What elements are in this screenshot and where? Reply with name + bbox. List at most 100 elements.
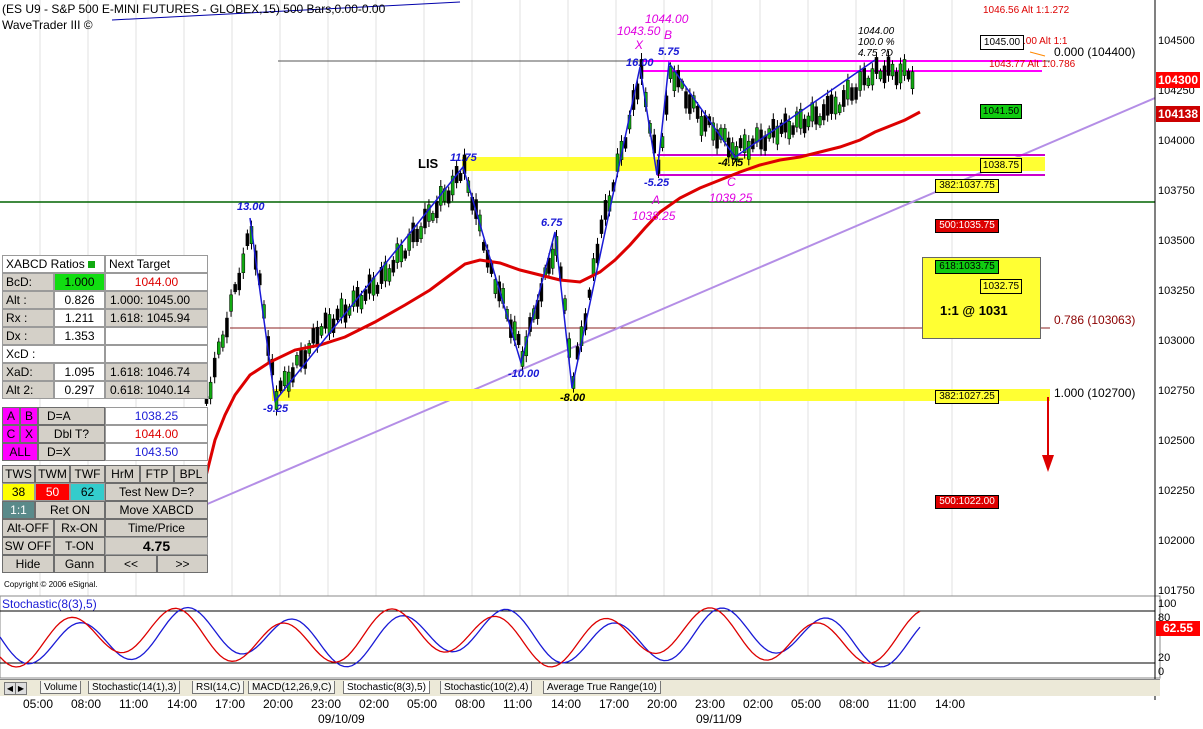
price-tick-label: 102750 [1158, 385, 1195, 397]
big-target-label: 1:1 @ 1031 [940, 303, 1008, 318]
time-tick-label: 23:00 [311, 697, 342, 711]
row-extra: 1.618: 1045.94 [105, 309, 208, 327]
candle-body [399, 244, 404, 263]
all-button[interactable]: ALL [2, 443, 38, 461]
hide-button[interactable]: Hide [2, 555, 54, 573]
swing-label: 5.75 [658, 46, 680, 58]
candle-body [703, 115, 708, 132]
candle-body [319, 326, 324, 336]
twf-value[interactable]: 62 [70, 483, 105, 501]
candle-body [282, 371, 287, 387]
tws-value[interactable]: 38 [2, 483, 35, 501]
candle-body [237, 272, 241, 291]
row-value: 1.000 [54, 273, 105, 291]
zone-yellow-lower [272, 389, 1050, 401]
tab-stochastic-10[interactable]: Stochastic(10(2),4) [440, 681, 533, 694]
level-0786-label: 0.786 (103063) [1054, 313, 1136, 327]
row-label: XcD : [2, 345, 105, 363]
time-tick-label: 05:00 [791, 697, 822, 711]
candle-body [837, 104, 842, 113]
candle-body [846, 79, 850, 100]
rx-on-button[interactable]: Rx-ON [54, 519, 105, 537]
twm-value[interactable]: 50 [35, 483, 70, 501]
candle-body [894, 71, 899, 86]
candle-body [771, 119, 776, 138]
swing-label: -9.25 [263, 403, 289, 415]
candle-body [339, 298, 344, 318]
candle-body [403, 250, 407, 259]
row-label: Dx : [2, 327, 54, 345]
tab-rsi[interactable]: RSI(14,C) [192, 681, 245, 694]
candle-body [688, 94, 692, 114]
tab-next-icon[interactable]: ▶ [15, 682, 27, 695]
ftp-button[interactable]: FTP [140, 465, 174, 483]
fib-500-upper: 500:1035.75 [935, 219, 999, 233]
price-tick-label: 103750 [1158, 185, 1195, 197]
swing-label: 11.75 [450, 152, 477, 164]
t-on-button[interactable]: T-ON [54, 537, 105, 555]
fib-382-lower: 382:1027.25 [935, 390, 999, 404]
d-equals-a-button[interactable]: D=A [38, 407, 105, 425]
test-new-d-button[interactable]: Test New D=? [105, 483, 208, 501]
tab-macd[interactable]: MACD(12,26,9,C) [248, 681, 336, 694]
move-xabcd-button[interactable]: Move XABCD [105, 501, 208, 519]
time-tick-label: 08:00 [455, 697, 486, 711]
c-button[interactable]: C [2, 425, 20, 443]
candle-body [874, 57, 879, 74]
ret-on-button[interactable]: Ret ON [35, 501, 105, 519]
candle-body [806, 115, 811, 128]
candle-body [842, 90, 846, 107]
candle-body [550, 248, 555, 269]
candle-body [587, 289, 592, 298]
candle-body [415, 228, 419, 243]
time-tick-label: 11:00 [503, 697, 533, 711]
tab-volume[interactable]: Volume [40, 681, 82, 694]
candle-body [208, 381, 213, 400]
alt-off-button[interactable]: Alt-OFF [2, 519, 54, 537]
row-label: XaD: [2, 363, 54, 381]
d-equals-x-button[interactable]: D=X [38, 443, 105, 461]
b-button[interactable]: B [20, 407, 38, 425]
price-tick-label: 102000 [1158, 535, 1195, 547]
candle-body [684, 91, 688, 109]
ratio-value: 4.75 [105, 537, 208, 555]
candle-body [603, 200, 608, 220]
level-alt-1272: 1046.56 Alt 1:1.272 [983, 5, 1070, 16]
sw-off-button[interactable]: SW OFF [2, 537, 54, 555]
a-button[interactable]: A [2, 407, 20, 425]
tab-stochastic-8[interactable]: Stochastic(8(3),5) [343, 681, 430, 694]
candle-body [829, 94, 834, 114]
pattern-value-c: 1039.25 [709, 191, 753, 205]
double-top-button[interactable]: Dbl T? [38, 425, 105, 443]
date-label: 09/10/09 [318, 712, 365, 726]
candle-body [591, 258, 596, 276]
info-line: 4.75 ?D [858, 48, 894, 59]
candle-body [375, 284, 380, 294]
stoch-tick-20: 20 [1158, 652, 1171, 664]
x-button[interactable]: X [20, 425, 38, 443]
prev-button[interactable]: << [105, 555, 157, 573]
time-price-button[interactable]: Time/Price [105, 519, 208, 537]
one-to-one-button[interactable]: 1:1 [2, 501, 35, 519]
swing-label: 6.75 [541, 217, 563, 229]
current-price-badge: 104300 [1156, 72, 1200, 88]
twm-button[interactable]: TWM [35, 465, 70, 483]
candle-body [886, 56, 891, 76]
level-box-yellow-2: 1032.75 [980, 279, 1022, 294]
pattern-letter-a: A [652, 193, 661, 207]
twf-button[interactable]: TWF [70, 465, 105, 483]
next-button[interactable]: >> [157, 555, 208, 573]
hrm-button[interactable]: HrM [105, 465, 140, 483]
candle-body [747, 140, 751, 160]
bpl-button[interactable]: BPL [174, 465, 208, 483]
time-tick-label: 14:00 [935, 697, 966, 711]
tws-button[interactable]: TWS [2, 465, 35, 483]
d-equals-a-value: 1038.25 [105, 407, 208, 425]
tab-stochastic-14[interactable]: Stochastic(14(1),3) [88, 681, 181, 694]
gann-button[interactable]: Gann [54, 555, 105, 573]
stoch-tick-100: 100 [1158, 598, 1177, 610]
time-tick-label: 02:00 [359, 697, 390, 711]
tab-atr[interactable]: Average True Range(10) [543, 681, 661, 694]
price-tick-label: 103500 [1158, 235, 1195, 247]
time-tick-label: 23:00 [695, 697, 726, 711]
